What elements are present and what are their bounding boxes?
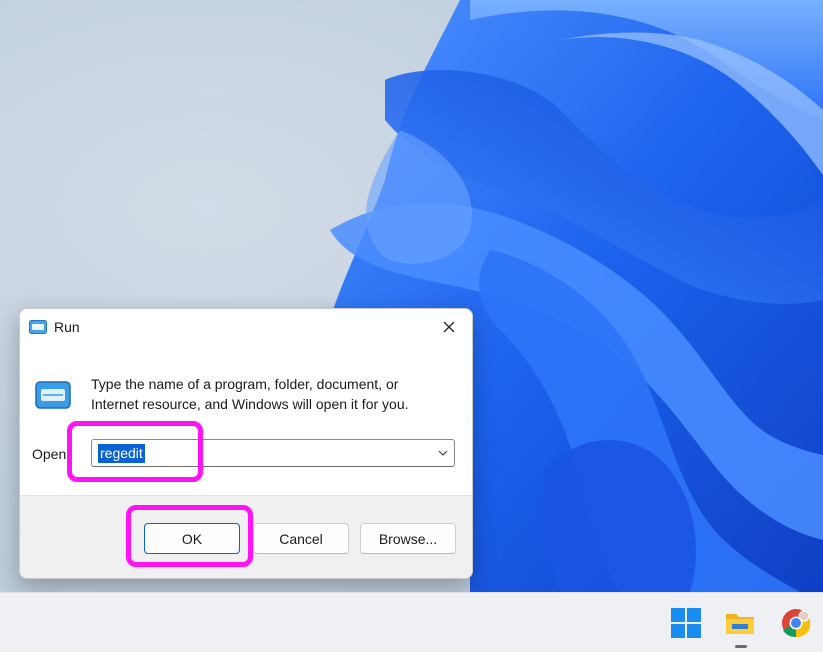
- run-icon: [29, 320, 47, 334]
- chevron-down-icon[interactable]: [438, 449, 448, 457]
- description-line-1: Type the name of a program, folder, docu…: [91, 376, 399, 392]
- active-app-indicator: [735, 645, 747, 648]
- taskbar: [0, 592, 823, 652]
- run-dialog: Run Type the name of a program, folder, …: [19, 308, 473, 579]
- open-combobox[interactable]: regedit: [91, 439, 455, 467]
- windows-logo-icon[interactable]: [670, 607, 702, 639]
- description-line-2: Internet resource, and Windows will open…: [91, 396, 409, 412]
- run-program-icon: [35, 381, 71, 409]
- dialog-title: Run: [54, 319, 80, 335]
- cancel-button[interactable]: Cancel: [253, 523, 349, 554]
- ok-button[interactable]: OK: [144, 523, 240, 554]
- open-input-value[interactable]: regedit: [98, 444, 145, 463]
- browse-button[interactable]: Browse...: [360, 523, 456, 554]
- open-label: Open:: [32, 446, 71, 462]
- folder-icon[interactable]: [724, 607, 756, 639]
- title-bar[interactable]: Run: [20, 309, 472, 345]
- close-button[interactable]: [426, 309, 472, 345]
- close-icon: [443, 321, 455, 333]
- dialog-footer: OK Cancel Browse...: [20, 495, 472, 578]
- dialog-description: Type the name of a program, folder, docu…: [91, 374, 461, 414]
- chrome-icon[interactable]: [780, 607, 812, 639]
